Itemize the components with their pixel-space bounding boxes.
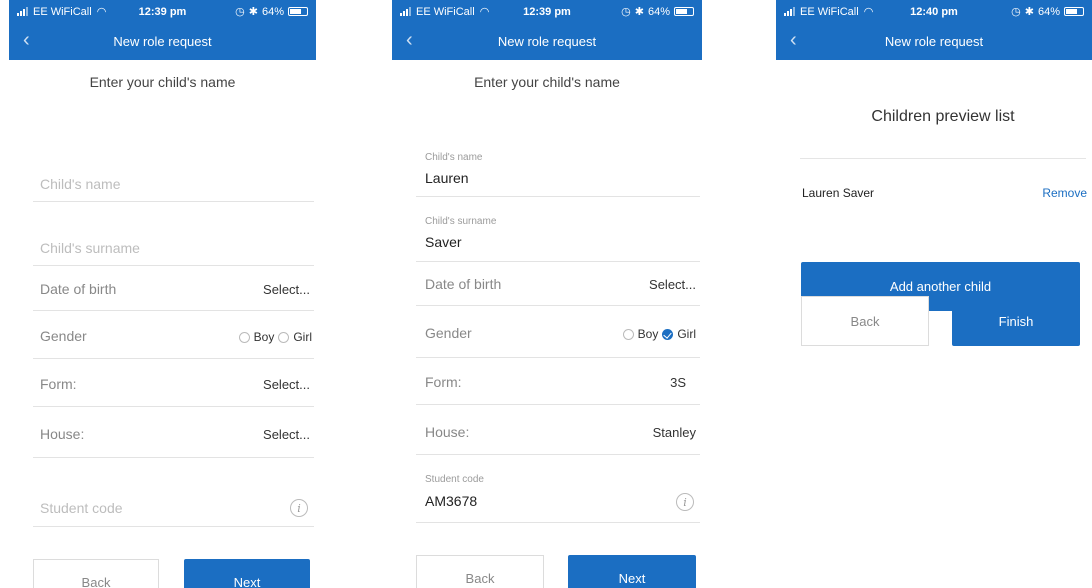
next-button[interactable]: Next bbox=[568, 555, 696, 588]
form-label: Form: bbox=[425, 374, 462, 390]
child-name-caption: Child's name bbox=[425, 152, 483, 163]
house-select[interactable]: Stanley bbox=[653, 425, 696, 440]
chevron-left-icon[interactable]: ‹ bbox=[23, 30, 30, 50]
house-label: House: bbox=[40, 426, 85, 442]
dob-label: Date of birth bbox=[425, 276, 502, 292]
carrier-label: EE WiFiCall bbox=[416, 5, 475, 18]
child-surname-field[interactable]: Child's surname bbox=[33, 232, 314, 266]
house-select[interactable]: Select... bbox=[263, 427, 310, 442]
girl-label: Girl bbox=[677, 327, 696, 341]
battery-percent: 64% bbox=[647, 5, 670, 18]
page-subtitle: Enter your child's name bbox=[89, 74, 236, 90]
signal-icon bbox=[17, 7, 28, 16]
status-bar: EE WiFiCall ◠ 12:40 pm ◷ ✱ 64% bbox=[776, 0, 1092, 23]
bluetooth-icon: ✱ bbox=[248, 6, 258, 18]
nav-title: New role request bbox=[497, 34, 597, 49]
dob-select[interactable]: Select... bbox=[263, 282, 310, 297]
girl-radio[interactable] bbox=[278, 331, 290, 343]
nav-title: New role request bbox=[113, 34, 212, 49]
house-row[interactable]: House: Select... bbox=[33, 407, 314, 458]
gender-label: Gender bbox=[40, 328, 87, 344]
back-button[interactable]: Back bbox=[33, 559, 159, 588]
child-name-value: Lauren bbox=[425, 170, 469, 186]
nav-title: New role request bbox=[884, 34, 984, 49]
carrier-label: EE WiFiCall bbox=[33, 5, 92, 18]
boy-label: Boy bbox=[637, 327, 659, 341]
preview-title: Children preview list bbox=[871, 108, 1015, 125]
form-select[interactable]: 3S bbox=[670, 375, 686, 390]
bluetooth-icon: ✱ bbox=[634, 6, 644, 18]
alarm-icon: ◷ bbox=[621, 6, 631, 18]
list-item: Lauren Saver Remove bbox=[800, 186, 1092, 206]
back-button[interactable]: Back bbox=[416, 555, 544, 588]
child-surname-caption: Child's surname bbox=[425, 216, 497, 227]
dob-select[interactable]: Select... bbox=[649, 277, 696, 292]
form-label: Form: bbox=[40, 376, 77, 392]
house-row[interactable]: House: Stanley bbox=[416, 405, 700, 455]
dob-row[interactable]: Date of birth Select... bbox=[33, 266, 314, 311]
girl-label: Girl bbox=[293, 330, 312, 344]
boy-label: Boy bbox=[253, 330, 275, 344]
student-code-field[interactable]: Student code i bbox=[33, 490, 314, 527]
finish-button[interactable]: Finish bbox=[952, 296, 1080, 346]
wifi-icon: ◠ bbox=[860, 6, 874, 18]
status-time: 12:39 pm bbox=[138, 5, 187, 18]
house-label: House: bbox=[425, 424, 470, 440]
child-surname-value: Saver bbox=[425, 234, 462, 250]
child-surname-placeholder: Child's surname bbox=[40, 240, 140, 256]
boy-radio[interactable] bbox=[238, 331, 250, 343]
info-icon[interactable]: i bbox=[290, 499, 308, 517]
child-name-placeholder: Child's name bbox=[40, 176, 121, 192]
page-subtitle: Enter your child's name bbox=[474, 74, 620, 90]
nav-bar: ‹ New role request bbox=[776, 23, 1092, 60]
dob-label: Date of birth bbox=[40, 281, 117, 297]
status-time: 12:40 pm bbox=[910, 5, 958, 18]
child-name-field[interactable]: Child's name Lauren bbox=[416, 146, 700, 197]
nav-bar: ‹ New role request bbox=[9, 23, 316, 60]
wifi-icon: ◠ bbox=[476, 6, 490, 18]
next-button[interactable]: Next bbox=[184, 559, 310, 588]
student-code-placeholder: Student code bbox=[40, 500, 123, 516]
carrier-label: EE WiFiCall bbox=[800, 5, 859, 18]
chevron-left-icon[interactable]: ‹ bbox=[406, 30, 413, 50]
chevron-left-icon[interactable]: ‹ bbox=[790, 30, 797, 50]
signal-icon bbox=[784, 7, 795, 16]
gender-row: Gender Boy Girl bbox=[33, 311, 314, 359]
battery-percent: 64% bbox=[261, 5, 284, 18]
nav-bar: ‹ New role request bbox=[392, 23, 702, 60]
student-code-caption: Student code bbox=[425, 474, 484, 485]
gender-row: Gender Boy Girl bbox=[416, 306, 700, 358]
battery-icon bbox=[1064, 7, 1084, 16]
wifi-icon: ◠ bbox=[93, 6, 107, 18]
battery-percent: 64% bbox=[1037, 5, 1060, 18]
battery-icon bbox=[674, 7, 694, 16]
status-time: 12:39 pm bbox=[523, 5, 571, 18]
bluetooth-icon: ✱ bbox=[1024, 6, 1034, 18]
status-bar: EE WiFiCall ◠ 12:39 pm ◷ ✱ 64% bbox=[9, 0, 316, 23]
child-name: Lauren Saver bbox=[802, 186, 875, 200]
divider bbox=[800, 158, 1086, 159]
boy-radio[interactable] bbox=[622, 328, 634, 340]
info-icon[interactable]: i bbox=[676, 493, 694, 511]
form-row[interactable]: Form: 3S bbox=[416, 358, 700, 405]
phone-screen-3: EE WiFiCall ◠ 12:40 pm ◷ ✱ 64% ‹ New role … bbox=[776, 0, 1092, 588]
alarm-icon: ◷ bbox=[1011, 6, 1021, 18]
back-button[interactable]: Back bbox=[801, 296, 929, 346]
child-surname-field[interactable]: Child's surname Saver bbox=[416, 211, 700, 262]
alarm-icon: ◷ bbox=[235, 6, 245, 18]
child-name-field[interactable]: Child's name bbox=[33, 168, 314, 202]
status-bar: EE WiFiCall ◠ 12:39 pm ◷ ✱ 64% bbox=[392, 0, 702, 23]
form-row[interactable]: Form: Select... bbox=[33, 359, 314, 407]
gender-label: Gender bbox=[425, 325, 472, 341]
dob-row[interactable]: Date of birth Select... bbox=[416, 262, 700, 306]
phone-screen-1: EE WiFiCall ◠ 12:39 pm ◷ ✱ 64% ‹ New role … bbox=[9, 0, 316, 588]
phone-screen-2: EE WiFiCall ◠ 12:39 pm ◷ ✱ 64% ‹ New role … bbox=[392, 0, 702, 588]
battery-icon bbox=[288, 7, 308, 16]
student-code-field[interactable]: Student code AM3678 i bbox=[416, 468, 700, 523]
girl-radio-checked[interactable] bbox=[662, 328, 674, 340]
student-code-value: AM3678 bbox=[425, 493, 478, 509]
form-select[interactable]: Select... bbox=[263, 377, 310, 392]
remove-link[interactable]: Remove bbox=[1042, 186, 1087, 200]
signal-icon bbox=[400, 7, 411, 16]
